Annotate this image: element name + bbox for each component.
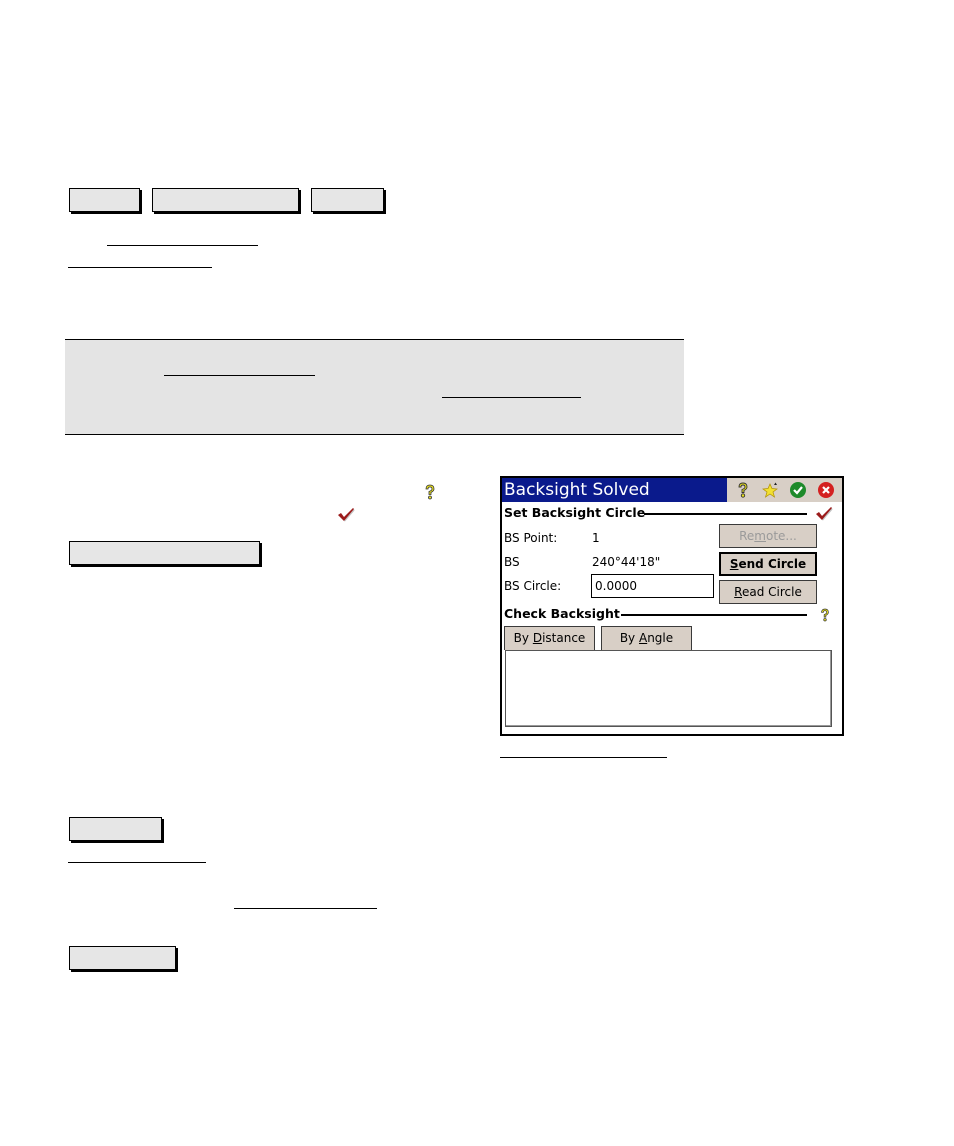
- bs-point-value: 1: [592, 531, 600, 545]
- tab-label-a: By: [513, 631, 533, 645]
- doc-button-1[interactable]: [69, 188, 140, 212]
- read-circle-mnemonic: R: [734, 585, 742, 599]
- bs-circle-label: BS Circle:: [504, 579, 562, 593]
- tab-by-angle[interactable]: By Angle: [601, 626, 692, 650]
- tab-panel: [505, 650, 832, 727]
- checkmark-icon: [338, 508, 355, 522]
- section-divider: [621, 614, 807, 616]
- doc-button-3[interactable]: [311, 188, 384, 212]
- doc-button-6[interactable]: [69, 946, 176, 970]
- checkmark-icon: [816, 507, 833, 521]
- hyperlink-1[interactable]: [107, 245, 258, 246]
- device-screenshot: Backsight Solved Set Backsight Circle BS…: [500, 476, 844, 736]
- hyperlink-3[interactable]: [68, 862, 206, 863]
- titlebar: Backsight Solved: [502, 478, 842, 502]
- check-backsight-header: Check Backsight: [504, 606, 620, 621]
- note-hyperlink-2[interactable]: [442, 397, 581, 398]
- window-title: Backsight Solved: [504, 480, 650, 500]
- send-circle-label-b: end Circle: [738, 557, 807, 571]
- doc-button-5[interactable]: [69, 817, 162, 841]
- close-red-x-icon[interactable]: [817, 481, 835, 499]
- remote-button[interactable]: Remote...: [719, 524, 817, 548]
- read-circle-label-b: ead Circle: [741, 585, 802, 599]
- favorites-star-icon[interactable]: [761, 481, 780, 499]
- note-hyperlink-1[interactable]: [164, 375, 315, 376]
- tab-mnemonic: A: [638, 631, 648, 645]
- tab-label-b: istance: [542, 631, 586, 645]
- remote-label-a: Re: [739, 529, 755, 543]
- tab-mnemonic: D: [532, 631, 543, 645]
- tab-by-distance[interactable]: By Distance: [504, 626, 595, 650]
- tab-label-a: By: [619, 631, 639, 645]
- hyperlink-2[interactable]: [68, 267, 212, 268]
- bs-circle-input[interactable]: 0.0000: [591, 574, 714, 598]
- send-circle-button[interactable]: Send Circle: [719, 552, 817, 576]
- set-backsight-header: Set Backsight Circle: [504, 505, 646, 520]
- bs-point-label: BS Point:: [504, 531, 558, 545]
- send-circle-mnemonic: S: [729, 557, 739, 571]
- help-icon[interactable]: [819, 607, 831, 623]
- doc-button-4[interactable]: [69, 541, 260, 565]
- doc-button-2[interactable]: [152, 188, 299, 212]
- note-box: [65, 339, 684, 435]
- section-divider: [644, 513, 807, 515]
- help-icon: [425, 484, 435, 500]
- titlebar-icons: [727, 478, 842, 502]
- tab-label-b: ngle: [647, 631, 674, 645]
- read-circle-button[interactable]: Read Circle: [719, 580, 817, 604]
- remote-label-mnemonic: m: [754, 529, 766, 543]
- bs-value: 240°44'18": [592, 555, 661, 569]
- figure-caption-link[interactable]: [500, 757, 667, 758]
- hyperlink-4[interactable]: [234, 908, 377, 909]
- remote-label-b: ote...: [766, 529, 797, 543]
- help-icon[interactable]: [734, 481, 752, 499]
- bs-label: BS: [504, 555, 520, 569]
- ok-green-check-icon[interactable]: [789, 481, 807, 499]
